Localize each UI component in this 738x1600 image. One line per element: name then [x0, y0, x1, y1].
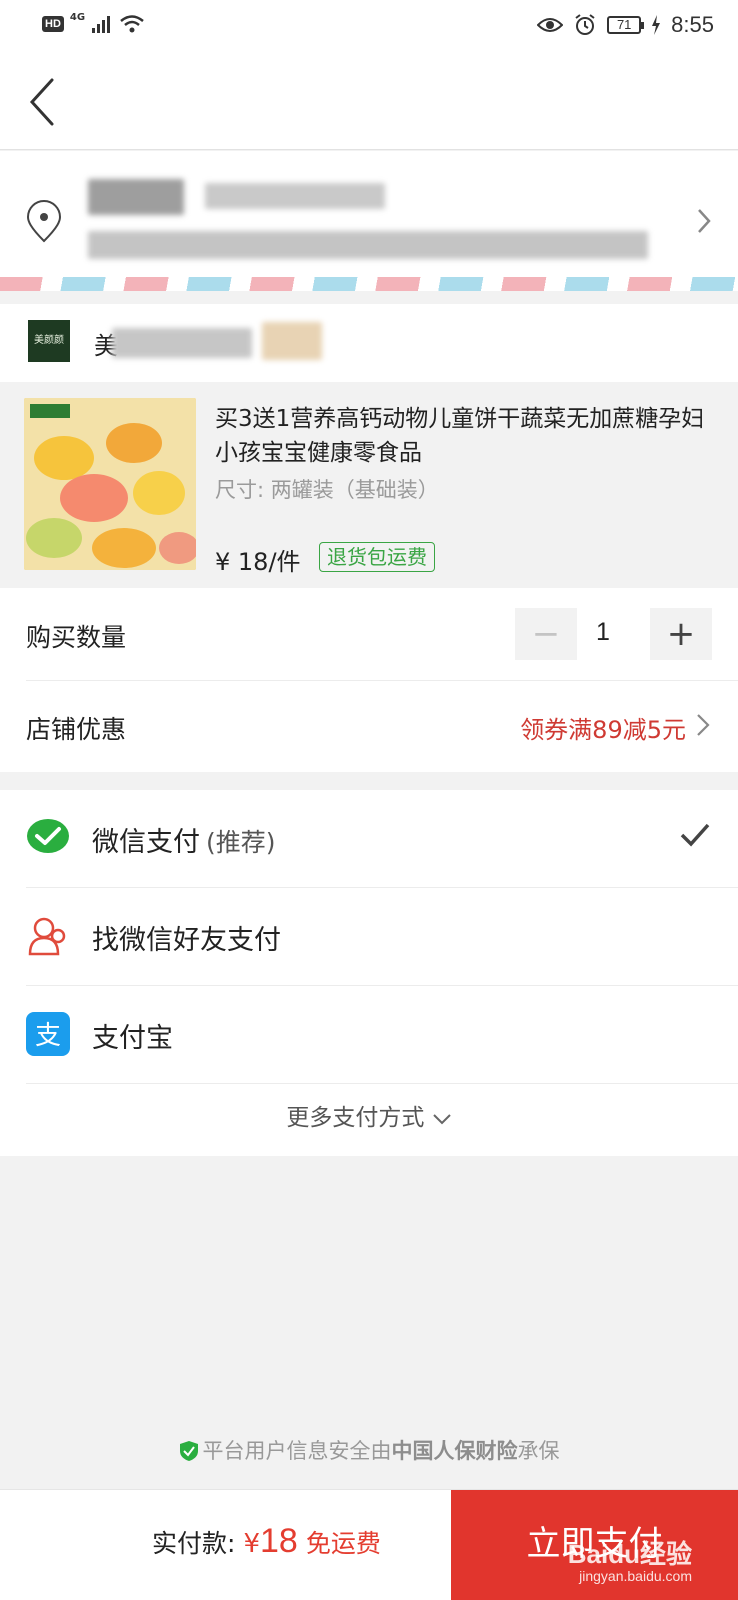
watermark-brand: Baidu经验	[567, 1539, 692, 1569]
clock: 8:55	[671, 12, 714, 37]
charging-icon	[652, 15, 661, 35]
quantity-value[interactable]: 1	[596, 618, 610, 647]
total-payment: 实付款: ¥18 免运费	[152, 1522, 381, 1561]
wifi-icon	[120, 15, 144, 33]
insurance-company: 中国人保财险	[391, 1439, 518, 1463]
product-title: 买3送1营养高钙动物儿童饼干蔬菜无加蔗糖孕妇小孩宝宝健康零食品	[215, 406, 705, 466]
status-bar: HD 4G 71 8:55	[0, 0, 738, 56]
airmail-border	[0, 277, 738, 291]
battery-icon: 71	[607, 16, 645, 34]
quantity-plus-button[interactable]: +	[650, 608, 712, 660]
baidu-watermark: Baidu经验 jingyan.baidu.com	[568, 1540, 692, 1584]
total-amount: 18	[259, 1522, 298, 1560]
insurance-suffix: 承保	[517, 1439, 560, 1463]
product-card[interactable]: 买3送1营养高钙动物儿童饼干蔬菜无加蔗糖孕妇小孩宝宝健康零食品 尺寸: 两罐装（…	[0, 382, 738, 588]
alipay-label: 支付宝	[92, 1023, 173, 1054]
coupon-chevron-icon[interactable]	[696, 713, 710, 737]
location-pin-icon	[26, 200, 62, 243]
eye-icon	[537, 18, 564, 32]
return-shipping-badge: 退货包运费	[319, 542, 435, 572]
shop-logo: 美颜颜	[28, 320, 70, 362]
biscuit-illustration	[24, 398, 196, 570]
hd-badge: HD	[42, 16, 64, 32]
friend-pay-label: 找微信好友支付	[92, 925, 281, 956]
payment-option-wechat[interactable]: 微信支付 (推荐)	[0, 790, 738, 888]
alipay-icon: 支	[26, 1012, 70, 1056]
total-currency: ¥	[243, 1529, 260, 1559]
address-phone-redacted	[205, 183, 385, 209]
divider	[26, 680, 738, 681]
alarm-icon	[575, 14, 595, 35]
payment-label-wechat: 微信支付 (推荐)	[92, 820, 276, 859]
selected-check-icon	[680, 823, 710, 847]
wechat-pay-icon	[27, 819, 69, 853]
checkout-bar: 实付款: ¥18 免运费 立即支付 Baidu经验 jingyan.baidu.co…	[0, 1489, 738, 1600]
status-right: 71 8:55	[537, 12, 714, 38]
insurance-prefix: 平台用户信息安全由	[202, 1439, 392, 1463]
recommended-tag: (推荐)	[206, 828, 276, 857]
shop-badge-redacted	[262, 322, 322, 360]
divider	[26, 1083, 738, 1084]
address-detail-redacted	[88, 231, 648, 259]
free-shipping-label: 免运费	[305, 1529, 381, 1558]
payment-methods: 微信支付 (推荐) 找微信好友支付 支 支付宝 更多支付方式	[0, 790, 738, 1156]
shop-row[interactable]: 美颜颜 美	[0, 304, 738, 382]
address-chevron-icon	[698, 209, 711, 233]
quantity-minus-button[interactable]: −	[515, 608, 577, 660]
product-price: ¥ 18/件	[215, 548, 301, 576]
payment-option-friend[interactable]: 找微信好友支付	[0, 888, 738, 986]
more-payment-label: 更多支付方式	[286, 1105, 425, 1131]
svg-text:支: 支	[35, 1021, 61, 1051]
watermark-url: jingyan.baidu.com	[579, 1568, 692, 1584]
coupon-value[interactable]: 领券满89减5元	[520, 710, 686, 745]
total-label: 实付款:	[152, 1529, 236, 1558]
coupon-label: 店铺优惠	[26, 715, 127, 744]
shield-check-icon	[179, 1441, 198, 1461]
back-button[interactable]	[22, 76, 72, 130]
network-label: 4G	[69, 11, 86, 23]
top-nav	[0, 56, 738, 150]
payment-option-alipay[interactable]: 支 支付宝	[0, 986, 738, 1084]
shop-name-redacted	[112, 328, 252, 358]
status-left: HD 4G	[42, 11, 145, 34]
insurance-note: 平台用户信息安全由中国人保财险承保	[0, 1435, 738, 1465]
chevron-down-icon	[432, 1113, 451, 1124]
product-image	[24, 398, 196, 570]
product-spec: 尺寸: 两罐装（基础装）	[215, 478, 439, 502]
order-options: 购买数量 − 1 + 店铺优惠 领券满89减5元	[0, 588, 738, 772]
shipping-address[interactable]	[0, 151, 738, 291]
address-name-redacted	[88, 179, 184, 215]
more-payment-methods[interactable]: 更多支付方式	[0, 1086, 738, 1156]
checkout-screen: HD 4G 71 8:55 美颜颜 美 买3送1营养高钙动物儿童饼干蔬菜无加蔗糖…	[0, 0, 738, 1600]
quantity-label: 购买数量	[26, 623, 127, 652]
friend-pay-icon	[28, 917, 66, 956]
signal-icon	[92, 16, 111, 33]
wechat-pay-label: 微信支付	[92, 827, 200, 858]
